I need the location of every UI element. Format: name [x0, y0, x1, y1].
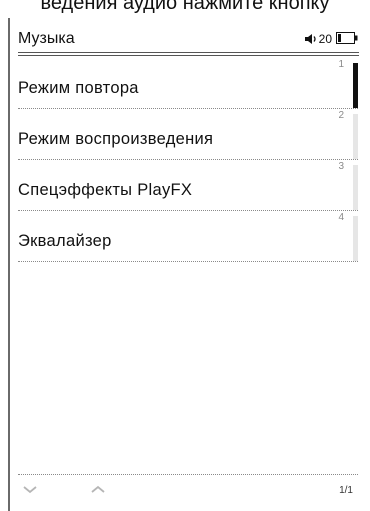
menu-item-index: 1 — [338, 59, 344, 70]
status-bar: Музыка 20 — [18, 28, 358, 50]
scroll-indicator-segment — [353, 114, 358, 159]
menu-item-index: 4 — [338, 212, 344, 223]
menu-item-index: 2 — [338, 110, 344, 121]
speaker-icon — [304, 34, 316, 44]
scroll-indicator-segment — [353, 63, 358, 108]
menu-item-label: Режим повтора — [18, 79, 139, 97]
volume-indicator: 20 — [304, 30, 332, 48]
menu-item-repeat-mode[interactable]: Режим повтора 1 — [18, 58, 358, 109]
chevron-up-icon[interactable] — [89, 484, 107, 496]
settings-menu: Режим повтора 1 Режим воспроизведения 2 … — [18, 58, 358, 262]
page-caption: ведения аудио нажмите кнопку — [40, 0, 330, 14]
footer-divider — [18, 474, 358, 475]
menu-item-label: Эквалайзер — [18, 232, 112, 250]
header-divider — [18, 52, 359, 56]
scroll-indicator-segment — [353, 165, 358, 210]
menu-item-equalizer[interactable]: Эквалайзер 4 — [18, 211, 358, 262]
volume-level: 20 — [318, 32, 332, 46]
menu-item-playback-mode[interactable]: Режим воспроизведения 2 — [18, 109, 358, 160]
menu-item-label: Режим воспроизведения — [18, 130, 214, 148]
menu-item-playfx[interactable]: Спецэффекты PlayFX 3 — [18, 160, 358, 211]
scroll-indicator-segment — [353, 216, 358, 261]
page-title: Музыка — [18, 30, 75, 47]
battery-icon — [336, 32, 358, 44]
menu-item-index: 3 — [338, 161, 344, 172]
page-indicator: 1/1 — [339, 485, 353, 496]
menu-item-label: Спецэффекты PlayFX — [18, 181, 193, 199]
chevron-down-icon[interactable] — [21, 484, 39, 496]
